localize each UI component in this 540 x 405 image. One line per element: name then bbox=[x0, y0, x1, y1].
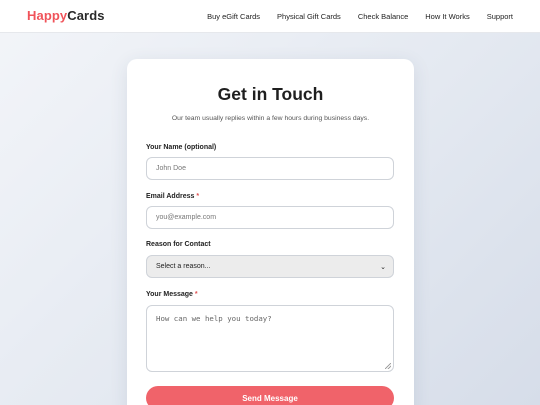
email-label: Email Address * bbox=[146, 193, 199, 200]
message-textarea-placeholder: How can we help you today? bbox=[156, 314, 272, 323]
reason-selected-value: Select a reason... bbox=[156, 263, 211, 270]
nav-check-balance[interactable]: Check Balance bbox=[358, 12, 408, 21]
brand-logo[interactable]: HappyCards bbox=[27, 8, 105, 23]
message-textarea[interactable]: How can we help you today? bbox=[146, 305, 394, 372]
reason-label: Reason for Contact bbox=[146, 241, 211, 248]
page-title: Get in Touch bbox=[217, 84, 324, 104]
message-label-text: Your Message bbox=[146, 291, 193, 298]
nav-physical-gift-cards[interactable]: Physical Gift Cards bbox=[277, 12, 341, 21]
page-subtitle: Our team usually replies within a few ho… bbox=[171, 115, 370, 122]
nav-buy-egift-cards[interactable]: Buy eGift Cards bbox=[207, 12, 260, 21]
chevron-down-icon: ⌄ bbox=[380, 263, 386, 271]
name-input[interactable]: John Doe bbox=[146, 157, 394, 180]
message-label: Your Message * bbox=[146, 291, 198, 298]
brand-name-happy: Happy bbox=[27, 8, 68, 23]
top-navigation-bar: HappyCards Buy eGift Cards Physical Gift… bbox=[0, 0, 540, 33]
email-label-text: Email Address bbox=[146, 193, 195, 200]
email-required-mark: * bbox=[196, 193, 200, 200]
send-message-button[interactable]: Send Message bbox=[146, 386, 394, 405]
brand-name-cards: Cards bbox=[67, 8, 105, 23]
email-input[interactable]: you@example.com bbox=[146, 206, 394, 229]
resize-handle-icon[interactable] bbox=[385, 363, 391, 369]
name-label: Your Name (optional) bbox=[146, 144, 216, 151]
message-required-mark: * bbox=[194, 291, 198, 298]
name-input-placeholder: John Doe bbox=[156, 165, 186, 172]
reason-label-text: Reason for Contact bbox=[146, 241, 211, 248]
email-input-placeholder: you@example.com bbox=[156, 214, 217, 221]
reason-select[interactable]: Select a reason... ⌄ bbox=[146, 255, 394, 278]
nav-how-it-works[interactable]: How It Works bbox=[425, 12, 469, 21]
name-label-text: Your Name (optional) bbox=[146, 144, 217, 151]
main-nav: Buy eGift Cards Physical Gift Cards Chec… bbox=[190, 12, 513, 21]
nav-support[interactable]: Support bbox=[487, 12, 513, 21]
contact-form-card: Get in Touch Our team usually replies wi… bbox=[127, 59, 414, 405]
